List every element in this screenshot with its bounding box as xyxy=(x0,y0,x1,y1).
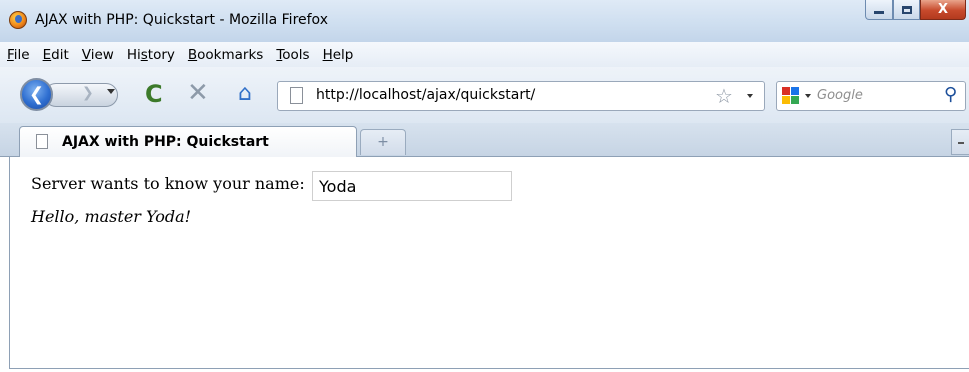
name-input[interactable] xyxy=(312,171,512,201)
plus-icon: + xyxy=(377,134,389,150)
stop-button[interactable]: ✕ xyxy=(187,78,209,108)
menu-tools[interactable]: Tools xyxy=(276,47,309,63)
maximize-button[interactable] xyxy=(893,0,920,20)
navigation-toolbar: ❮ ❯ C ✕ ⌂ http://localhost/ajax/quicksta… xyxy=(0,67,969,123)
tab-page-icon xyxy=(36,134,48,149)
page-icon xyxy=(290,87,303,104)
home-icon: ⌂ xyxy=(238,81,252,106)
forward-button[interactable]: ❯ xyxy=(82,85,94,101)
window-title: AJAX with PHP: Quickstart - Mozilla Fire… xyxy=(35,12,328,28)
engine-icon-blue xyxy=(791,87,799,95)
engine-dropdown-button[interactable] xyxy=(805,94,811,98)
menu-bar: File Edit View History Bookmarks Tools H… xyxy=(0,42,969,67)
firefox-window: AJAX with PHP: Quickstart - Mozilla Fire… xyxy=(0,0,969,372)
url-dropdown-button[interactable] xyxy=(747,94,753,98)
new-tab-button[interactable]: + xyxy=(360,129,406,155)
star-icon[interactable]: ☆ xyxy=(715,84,733,108)
back-forward-group xyxy=(44,83,118,107)
menu-edit[interactable]: Edit xyxy=(43,47,69,63)
menu-history[interactable]: History xyxy=(127,47,175,63)
address-bar[interactable]: http://localhost/ajax/quickstart/ ☆ xyxy=(277,81,765,111)
name-prompt: Server wants to know your name: xyxy=(31,174,305,193)
menu-bookmarks[interactable]: Bookmarks xyxy=(188,47,263,63)
minimize-button[interactable] xyxy=(865,0,893,20)
history-dropdown-button[interactable] xyxy=(107,89,115,94)
menu-help[interactable]: Help xyxy=(323,47,354,63)
tab-title: AJAX with PHP: Quickstart xyxy=(62,134,269,150)
firefox-icon[interactable] xyxy=(9,11,27,29)
page-content: Server wants to know your name: Hello, m… xyxy=(9,157,969,369)
magnifier-icon[interactable]: ⚲ xyxy=(944,84,957,105)
close-icon: X xyxy=(937,2,949,17)
search-placeholder[interactable]: Google xyxy=(817,88,863,103)
close-button[interactable]: X xyxy=(920,0,966,20)
engine-icon-yellow xyxy=(782,96,790,104)
forward-arrow-icon: ❯ xyxy=(82,85,94,101)
tab-bar: AJAX with PHP: Quickstart + xyxy=(0,123,969,157)
reload-icon: C xyxy=(145,80,163,108)
title-bar: AJAX with PHP: Quickstart - Mozilla Fire… xyxy=(0,0,969,42)
back-arrow-icon: ❮ xyxy=(28,84,45,105)
engine-icon-green xyxy=(791,96,799,104)
engine-icon-red xyxy=(782,87,790,95)
minimize-icon xyxy=(874,11,884,14)
maximize-icon xyxy=(901,5,912,14)
url-text[interactable]: http://localhost/ajax/quickstart/ xyxy=(316,87,535,103)
back-button[interactable]: ❮ xyxy=(20,78,53,111)
server-response: Hello, master Yoda! xyxy=(31,207,192,226)
menu-view[interactable]: View xyxy=(82,47,114,63)
tab-list-button[interactable] xyxy=(951,129,969,155)
search-bar[interactable]: Google ⚲ xyxy=(776,81,966,111)
google-engine-icon[interactable] xyxy=(782,87,800,105)
tab-quickstart[interactable]: AJAX with PHP: Quickstart xyxy=(19,126,357,157)
stop-icon: ✕ xyxy=(187,78,209,108)
home-button[interactable]: ⌂ xyxy=(238,81,252,106)
reload-button[interactable]: C xyxy=(145,80,163,108)
menu-file[interactable]: File xyxy=(7,47,30,63)
